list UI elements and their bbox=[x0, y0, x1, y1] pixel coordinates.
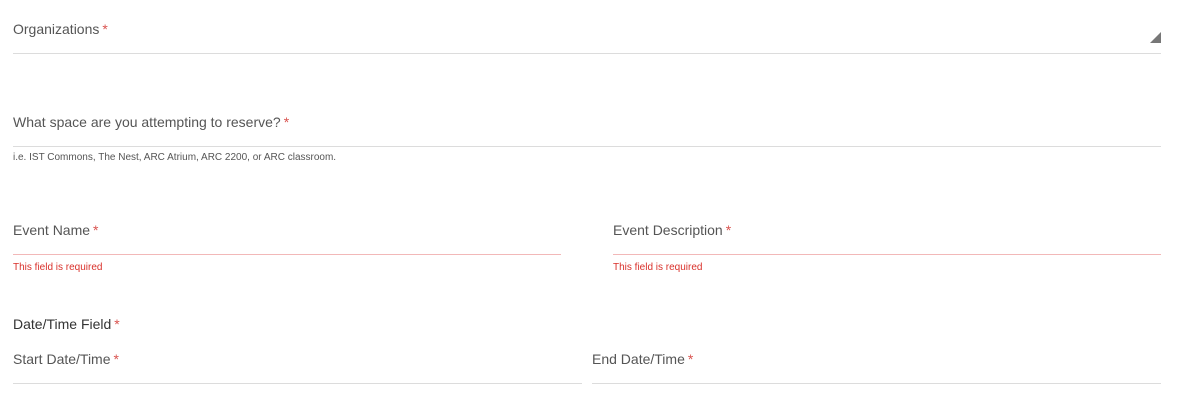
required-marker: * bbox=[93, 222, 99, 238]
organizations-select[interactable]: Organizations * bbox=[13, 0, 1161, 54]
event-description-label: Event Description * bbox=[613, 222, 732, 238]
event-name-label: Event Name * bbox=[13, 222, 99, 238]
datetime-group-label: Date/Time Field * bbox=[13, 316, 120, 332]
start-datetime-underline bbox=[13, 383, 582, 384]
event-description-input[interactable]: Event Description * bbox=[613, 205, 1161, 255]
event-description-underline bbox=[613, 254, 1161, 255]
organizations-label: Organizations * bbox=[13, 21, 108, 37]
end-datetime-underline bbox=[592, 383, 1161, 384]
space-label: What space are you attempting to reserve… bbox=[13, 114, 290, 130]
required-marker: * bbox=[102, 21, 108, 37]
event-description-error: This field is required bbox=[613, 262, 703, 273]
end-datetime-label: End Date/Time * bbox=[592, 351, 694, 367]
event-name-input[interactable]: Event Name * bbox=[13, 205, 561, 255]
space-hint: i.e. IST Commons, The Nest, ARC Atrium, … bbox=[13, 152, 337, 163]
select-caret-icon[interactable] bbox=[1150, 32, 1161, 43]
required-marker: * bbox=[283, 114, 290, 130]
required-marker: * bbox=[113, 351, 119, 367]
space-input[interactable]: What space are you attempting to reserve… bbox=[13, 95, 1161, 147]
event-name-underline bbox=[13, 254, 561, 255]
organizations-underline bbox=[13, 53, 1161, 54]
required-marker: * bbox=[687, 351, 694, 367]
start-datetime-input[interactable]: Start Date/Time * bbox=[13, 334, 582, 384]
required-marker: * bbox=[114, 316, 120, 332]
start-datetime-label: Start Date/Time * bbox=[13, 351, 119, 367]
required-marker: * bbox=[725, 222, 732, 238]
end-datetime-input[interactable]: End Date/Time * bbox=[592, 334, 1161, 384]
space-underline bbox=[13, 146, 1161, 147]
event-name-error: This field is required bbox=[13, 262, 103, 273]
